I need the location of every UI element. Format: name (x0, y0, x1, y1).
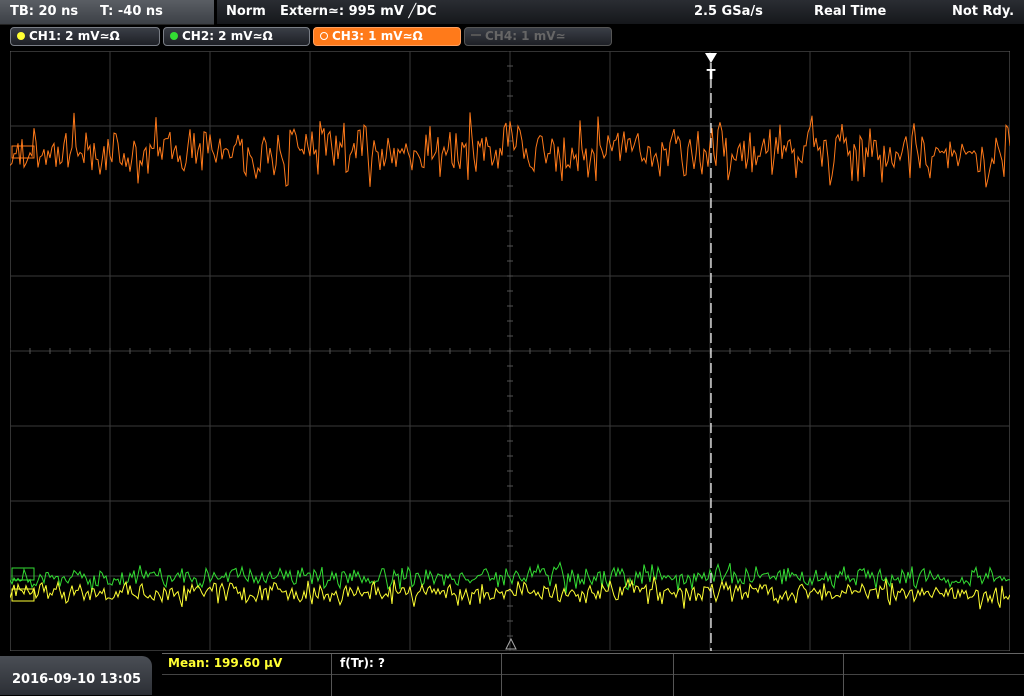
measurement-cell-empty-2[interactable] (674, 654, 844, 696)
ch4-off-icon (471, 34, 481, 36)
measurement-cell-empty-3[interactable] (844, 654, 1024, 696)
channel-tab-ch1[interactable]: CH1: 2 mV≃Ω (10, 27, 160, 46)
acquisition-status: Not Rdy. (952, 4, 1015, 19)
trigger-time-readout: T: -40 ns (100, 4, 163, 19)
ch2-label: CH2: 2 mV≃Ω (182, 29, 273, 43)
date-time-panel[interactable]: 2016-09-10 13:05 (0, 656, 152, 695)
channel-tab-ch4[interactable]: CH4: 1 mV≃ (464, 27, 612, 46)
channel-tab-ch3[interactable]: CH3: 1 mV≃Ω (313, 27, 461, 46)
ch3-color-icon (320, 32, 328, 40)
measurement-cell-empty-1[interactable] (502, 654, 674, 696)
date-time: 2016-09-10 13:05 (12, 672, 142, 687)
channel-tabs: CH1: 2 mV≃Ω CH2: 2 mV≃Ω CH3: 1 mV≃Ω CH4:… (0, 26, 1024, 48)
ch3-label: CH3: 1 mV≃Ω (332, 29, 423, 43)
waveform-display[interactable]: T (10, 51, 1010, 651)
measurement-panel[interactable]: Mean: 199.60 µV f(Tr): ? (162, 653, 1024, 696)
mean-measurement: Mean: 199.60 µV (168, 656, 283, 670)
status-footer: 2016-09-10 13:05 Mean: 199.60 µV f(Tr): … (0, 652, 1024, 696)
timebase-panel[interactable]: TB: 20 ns T: -40 ns (0, 0, 214, 25)
frequency-measurement: f(Tr): ? (340, 656, 385, 670)
measurement-cell-freq[interactable]: f(Tr): ? (332, 654, 502, 696)
svg-text:T: T (707, 68, 716, 83)
channel-tab-ch2[interactable]: CH2: 2 mV≃Ω (163, 27, 310, 46)
trigger-status-bar[interactable]: Norm Extern≃: 995 mV ╱DC 2.5 GSa/s Real … (217, 0, 1024, 24)
timebase-readout: TB: 20 ns (10, 4, 79, 19)
trigger-source: Extern≃: 995 mV ╱DC (280, 4, 437, 19)
ch1-label: CH1: 2 mV≃Ω (29, 29, 120, 43)
measurement-cell-mean[interactable]: Mean: 199.60 µV (162, 654, 332, 696)
ch2-color-icon (170, 32, 178, 40)
trigger-mode: Norm (226, 4, 266, 19)
ch1-color-icon (17, 32, 25, 40)
acquisition-mode: Real Time (814, 4, 887, 19)
ch4-label: CH4: 1 mV≃ (485, 29, 566, 43)
sample-rate: 2.5 GSa/s (694, 4, 763, 19)
